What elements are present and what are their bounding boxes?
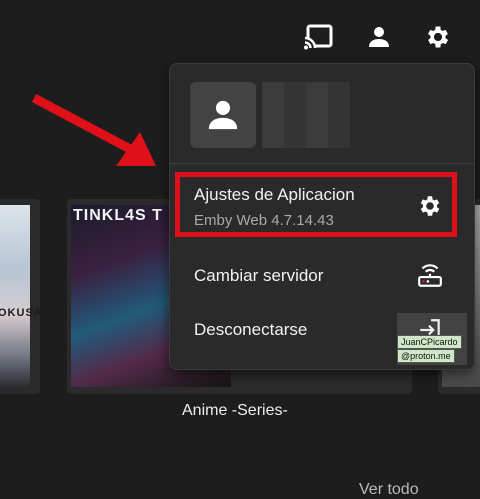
- card-label[interactable]: Anime -Series-: [182, 402, 288, 420]
- menu-item-title: Desconectarse: [194, 320, 308, 339]
- gear-icon[interactable]: [423, 22, 453, 52]
- user-icon[interactable]: [364, 22, 394, 52]
- watermark: JuanCPicardo @proton.me: [397, 313, 467, 365]
- menu-item-subtitle: Emby Web 4.7.14.43: [194, 212, 334, 229]
- menu-item-change-server[interactable]: Cambiar servidor: [170, 254, 474, 302]
- gear-icon: [415, 191, 445, 221]
- watermark-line: JuanCPicardo: [397, 335, 462, 349]
- poster-text: OKUSA: [0, 307, 40, 319]
- pixelated-username: [262, 82, 350, 148]
- divider: [170, 163, 474, 164]
- avatar: [190, 82, 256, 148]
- router-icon: [415, 261, 445, 291]
- poster-image: [0, 205, 30, 387]
- watermark-line: @proton.me: [397, 349, 455, 363]
- media-card-left[interactable]: OKUSA: [0, 199, 40, 394]
- annotation-arrow-icon: [31, 94, 156, 166]
- menu-item-app-settings[interactable]: Ajustes de Aplicacion Emby Web 4.7.14.43: [170, 172, 474, 246]
- poster-title: TINKL4S T: [73, 207, 163, 224]
- menu-item-title: Cambiar servidor: [194, 266, 324, 285]
- see-all-link[interactable]: Ver todo: [359, 481, 419, 499]
- user-icon: [208, 100, 238, 130]
- cast-icon[interactable]: [303, 22, 333, 52]
- menu-item-title: Ajustes de Aplicacion: [194, 185, 355, 204]
